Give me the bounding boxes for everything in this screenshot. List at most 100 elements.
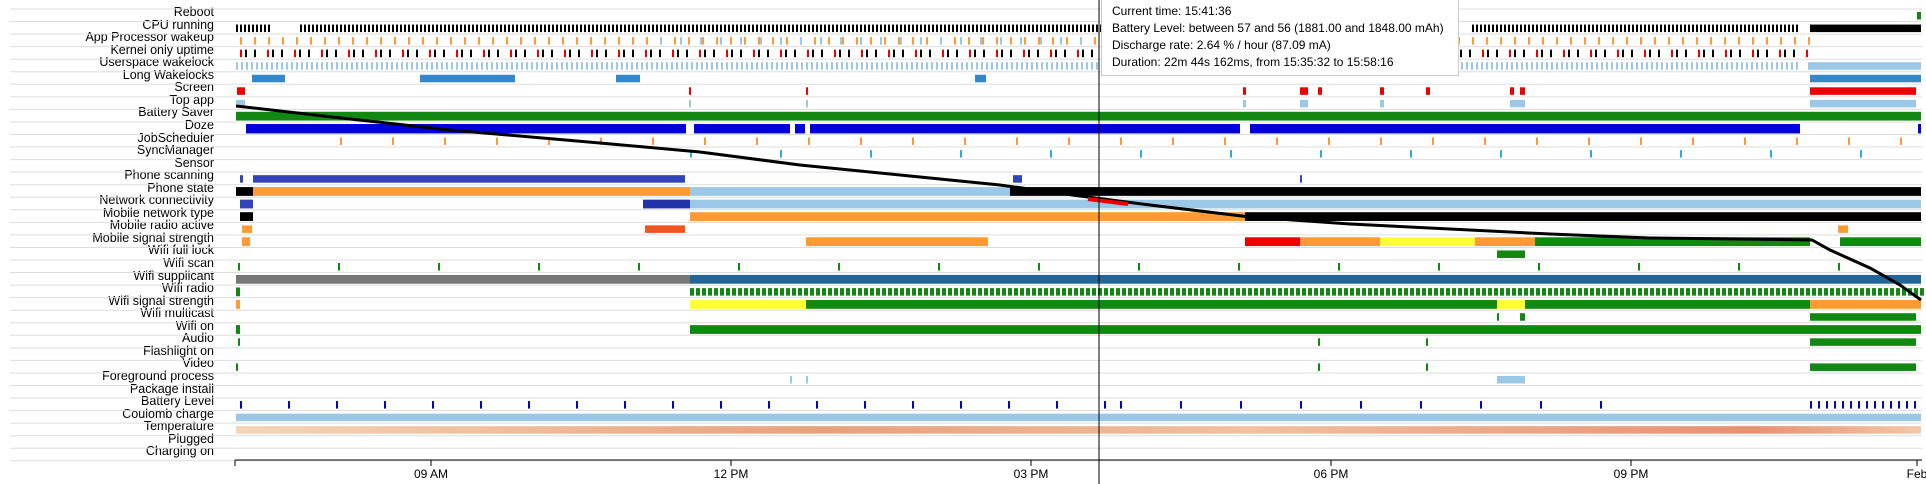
event-tick — [951, 62, 953, 70]
event-bar — [1510, 99, 1525, 108]
event-bar — [1250, 124, 1800, 134]
event-tick — [254, 37, 256, 45]
event-tick — [1290, 288, 1294, 296]
event-tick — [440, 24, 442, 33]
event-tick — [1696, 24, 1698, 33]
event-tick — [870, 37, 872, 45]
event-tick — [1020, 24, 1022, 33]
event-tick — [1578, 288, 1582, 296]
event-tick — [1826, 401, 1828, 409]
event-tick — [496, 137, 498, 146]
event-tick — [534, 37, 536, 45]
event-tick — [407, 49, 409, 58]
event-bar — [806, 99, 808, 108]
event-tick — [1050, 288, 1054, 296]
event-tick — [443, 49, 445, 58]
event-tick — [984, 24, 986, 33]
event-tick — [1230, 150, 1232, 158]
event-tick — [902, 49, 904, 58]
event-tick — [1236, 288, 1240, 296]
event-tick — [1684, 24, 1686, 33]
event-tick — [316, 62, 318, 70]
event-tick — [1768, 24, 1770, 33]
event-tick — [472, 24, 474, 33]
event-bar — [1810, 24, 1921, 33]
event-tick — [1014, 288, 1018, 296]
event-tick — [876, 288, 880, 296]
event-tick — [920, 49, 922, 58]
event-tick — [1077, 49, 1079, 58]
event-tick — [1600, 401, 1602, 409]
event-tick — [571, 62, 573, 70]
event-tick — [1680, 24, 1682, 33]
event-tick — [1720, 24, 1722, 33]
event-tick — [800, 24, 802, 33]
event-tick — [990, 288, 994, 296]
event-tick — [336, 401, 338, 409]
event-tick — [702, 37, 704, 45]
event-tick — [452, 24, 454, 33]
event-bar — [1918, 124, 1921, 134]
event-tick — [636, 24, 638, 33]
axis-tick-label: Feb — [1907, 467, 1926, 481]
event-tick — [1266, 288, 1270, 296]
event-tick — [882, 288, 886, 296]
event-tick — [596, 24, 598, 33]
event-tick — [1756, 62, 1758, 70]
event-tick — [1051, 62, 1053, 70]
event-tick — [1120, 401, 1122, 409]
event-tick — [700, 37, 702, 45]
event-tick — [756, 137, 758, 146]
event-tick — [650, 49, 652, 58]
event-bar — [1318, 87, 1322, 95]
event-tick — [1724, 37, 1726, 45]
event-tick — [1890, 288, 1894, 296]
event-tick — [996, 288, 1000, 296]
event-tick — [1734, 288, 1738, 296]
event-tick — [544, 24, 546, 33]
event-tick — [1685, 49, 1687, 58]
event-tick — [391, 62, 393, 70]
event-tick — [416, 24, 418, 33]
event-tick — [1696, 62, 1698, 70]
event-tick — [1860, 288, 1864, 296]
event-tick — [828, 37, 830, 45]
event-tick — [1091, 49, 1093, 58]
event-tick — [240, 24, 242, 33]
event-tick — [821, 49, 823, 58]
event-tick — [924, 24, 926, 33]
event-tick — [756, 62, 758, 70]
event-tick — [1722, 288, 1726, 296]
event-tick — [1740, 288, 1744, 296]
event-tick — [341, 62, 343, 70]
event-tick — [912, 401, 914, 409]
event-tick — [1064, 24, 1066, 33]
event-tick — [1076, 24, 1078, 33]
event-tick — [976, 62, 978, 70]
event-tick — [310, 37, 312, 45]
event-tick — [576, 37, 578, 45]
event-tick — [1001, 49, 1003, 58]
event-tick — [380, 24, 382, 33]
event-tick — [716, 62, 718, 70]
event-tick — [1116, 288, 1120, 296]
event-tick — [1260, 288, 1264, 296]
event-tick — [699, 49, 701, 58]
battery-history-chart[interactable]: 09 AM 12 PM 03 PM 06 PM 09 PM Feb — [0, 0, 1926, 484]
event-tick — [1756, 24, 1758, 33]
event-tick — [1596, 62, 1598, 70]
event-tick — [1486, 37, 1488, 45]
event-tick — [906, 288, 910, 296]
event-tick — [1730, 49, 1732, 58]
event-tick — [1624, 24, 1626, 33]
event-tick — [776, 24, 778, 33]
event-tick — [1770, 288, 1774, 296]
event-tick — [512, 24, 514, 33]
event-tick — [704, 24, 706, 33]
event-tick — [1726, 62, 1728, 70]
event-tick — [840, 37, 842, 45]
event-tick — [246, 62, 248, 70]
event-tick — [672, 401, 674, 409]
event-tick — [1500, 288, 1504, 296]
event-tick — [1796, 137, 1798, 146]
